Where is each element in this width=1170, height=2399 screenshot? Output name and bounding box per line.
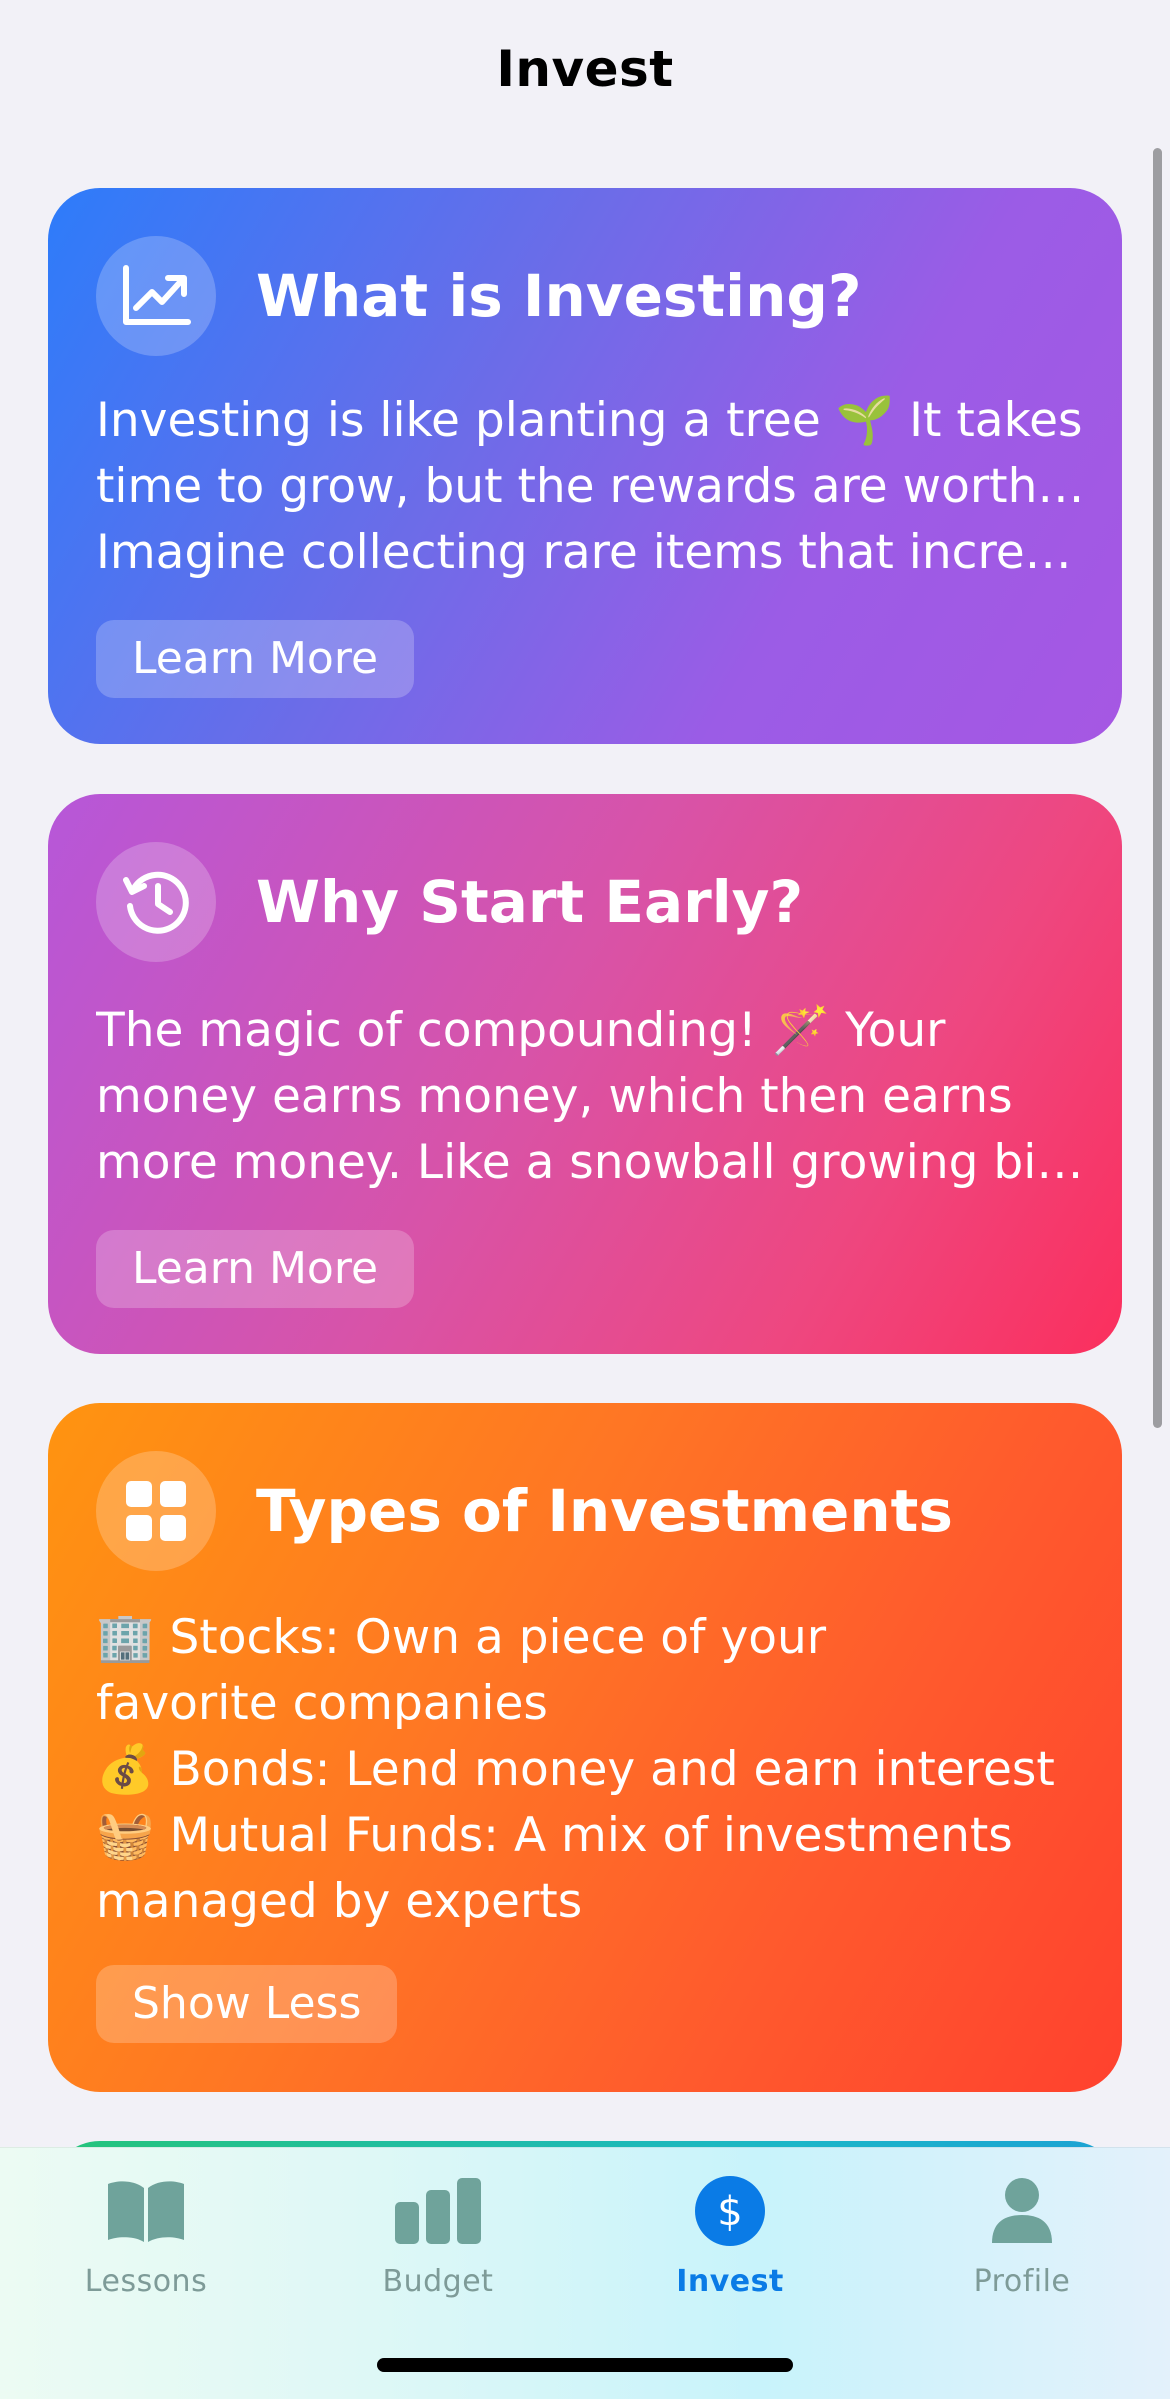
- learn-more-button[interactable]: Learn More: [96, 620, 415, 698]
- home-indicator[interactable]: [377, 2358, 793, 2372]
- tab-label: Invest: [676, 2264, 784, 2299]
- card-description: Investing is like planting a tree 🌱 It t…: [96, 388, 1086, 586]
- card-description: 🏢 Stocks: Own a piece of your favorite c…: [96, 1605, 1086, 1935]
- card-text-line: 🧺 Mutual Funds: A mix of investments: [96, 1808, 1013, 1863]
- card-text-line: managed by experts: [96, 1874, 583, 1929]
- card-title: Types of Investments: [256, 1477, 953, 1545]
- book-icon: [96, 2166, 196, 2256]
- card-what-is-investing: What is Investing? Investing is like pla…: [48, 188, 1122, 744]
- invest-screen: Invest What is Investing? Investing is l…: [0, 0, 1170, 2399]
- tab-label: Profile: [973, 2264, 1071, 2299]
- learn-more-button[interactable]: Learn More: [96, 1230, 415, 1308]
- card-header: Why Start Early?: [96, 842, 803, 962]
- dollar-circle-icon: $: [680, 2166, 780, 2256]
- card-text-line: favorite companies: [96, 1676, 548, 1731]
- card-text-line: time to grow, but the rewards are worth …: [96, 459, 1086, 514]
- card-why-start-early: Why Start Early? The magic of compoundin…: [48, 794, 1122, 1354]
- bar-chart-icon: [388, 2166, 488, 2256]
- card-text-line: Investing is like planting a tree 🌱 It t…: [96, 393, 1083, 448]
- svg-text:$: $: [717, 2189, 742, 2235]
- page-title: Invest: [496, 40, 674, 98]
- tab-invest[interactable]: $ Invest: [584, 2166, 876, 2326]
- chart-line-uptrend-icon: [96, 236, 216, 356]
- card-text-line: money earns money, which then earns: [96, 1069, 1013, 1124]
- card-header: Types of Investments: [96, 1451, 953, 1571]
- tab-budget[interactable]: Budget: [292, 2166, 584, 2326]
- scroll-indicator[interactable]: [1153, 148, 1162, 1428]
- tab-label: Budget: [382, 2264, 494, 2299]
- card-title: What is Investing?: [256, 262, 862, 330]
- grid-squares-icon: [96, 1451, 216, 1571]
- card-text-line: Imagine collecting rare items that incre…: [96, 525, 1086, 580]
- card-text-line: more money. Like a snowball growing big.…: [96, 1135, 1086, 1190]
- card-text-line: 💰 Bonds: Lend money and earn interest: [96, 1742, 1055, 1797]
- show-less-button[interactable]: Show Less: [96, 1965, 398, 2043]
- clock-history-icon: [96, 842, 216, 962]
- card-header: What is Investing?: [96, 236, 862, 356]
- tab-label: Lessons: [84, 2264, 208, 2299]
- tab-profile[interactable]: Profile: [876, 2166, 1168, 2326]
- person-icon: [972, 2166, 1072, 2256]
- tab-lessons[interactable]: Lessons: [0, 2166, 292, 2326]
- card-text-line: 🏢 Stocks: Own a piece of your: [96, 1610, 827, 1665]
- card-description: The magic of compounding! 🪄 Your money e…: [96, 998, 1086, 1196]
- card-types-of-investments: Types of Investments 🏢 Stocks: Own a pie…: [48, 1403, 1122, 2092]
- card-title: Why Start Early?: [256, 868, 804, 936]
- card-text-line: The magic of compounding! 🪄 Your: [96, 1003, 946, 1058]
